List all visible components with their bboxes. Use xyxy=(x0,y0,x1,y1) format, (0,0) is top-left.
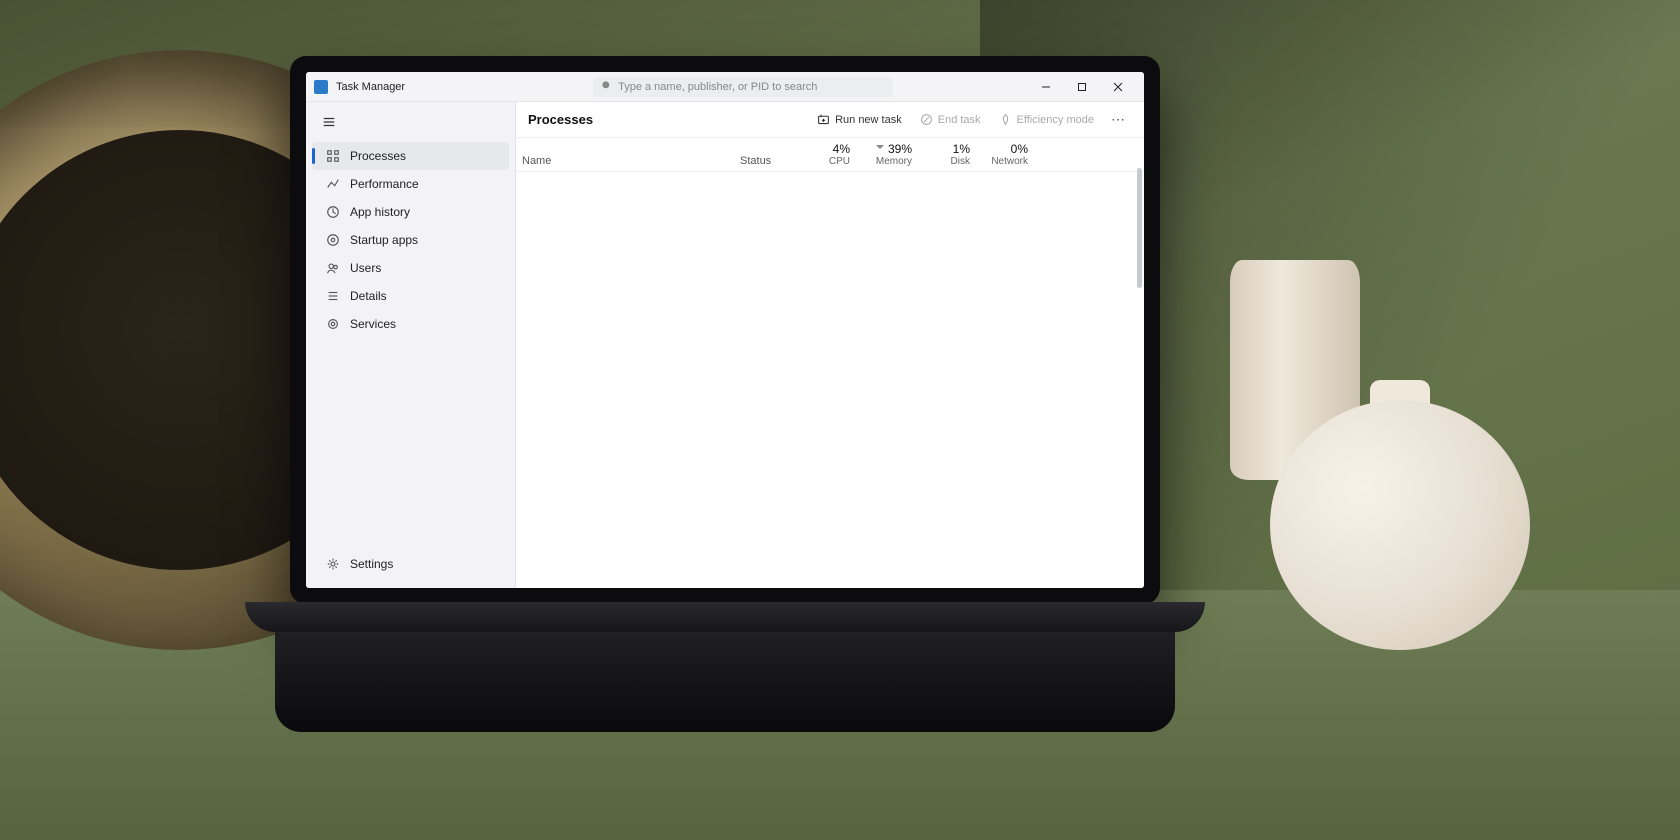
end-task-button[interactable]: End task xyxy=(913,109,988,130)
laptop-hinge xyxy=(245,602,1205,632)
nav-settings[interactable]: Settings xyxy=(312,550,509,578)
nav-label: Services xyxy=(350,317,396,331)
close-button[interactable] xyxy=(1100,72,1136,102)
app-window: Task Manager Type a name, publisher, or … xyxy=(306,72,1144,588)
gear-icon xyxy=(326,557,340,571)
run-new-task-button[interactable]: Run new task xyxy=(810,109,909,130)
app-title: Task Manager xyxy=(336,81,405,93)
history-icon xyxy=(326,205,340,219)
content-pane: Processes Run new task End task xyxy=(516,102,1144,588)
app-icon xyxy=(314,80,328,94)
laptop: Task Manager Type a name, publisher, or … xyxy=(290,56,1160,716)
nav-processes[interactable]: Processes xyxy=(312,142,509,170)
services-icon xyxy=(326,317,340,331)
nav-label: Performance xyxy=(350,177,419,191)
scrollbar[interactable] xyxy=(1137,168,1142,288)
nav-label: Processes xyxy=(350,149,406,163)
startup-icon xyxy=(326,233,340,247)
nav-label: App history xyxy=(350,205,410,219)
content-header: Processes Run new task End task xyxy=(516,102,1144,138)
page-title: Processes xyxy=(528,112,593,127)
sidebar: Processes Performance App history S xyxy=(306,102,516,588)
laptop-keyboard xyxy=(275,632,1175,732)
prop-vase-round xyxy=(1270,400,1530,650)
nav-services[interactable]: Services xyxy=(312,310,509,338)
nav-details[interactable]: Details xyxy=(312,282,509,310)
nav-performance[interactable]: Performance xyxy=(312,170,509,198)
process-table: Name Status 4%CPU 39%Memory 1%Disk 0%Net… xyxy=(516,138,1144,588)
nav-app-history[interactable]: App history xyxy=(312,198,509,226)
nav-users[interactable]: Users xyxy=(312,254,509,282)
scene-background: Task Manager Type a name, publisher, or … xyxy=(0,0,1680,840)
details-icon xyxy=(326,289,340,303)
minimize-button[interactable] xyxy=(1028,72,1064,102)
settings-label: Settings xyxy=(350,557,393,571)
nav-label: Details xyxy=(350,289,387,303)
search-icon xyxy=(601,80,612,94)
table-body xyxy=(516,166,1144,588)
performance-icon xyxy=(326,177,340,191)
nav-label: Startup apps xyxy=(350,233,418,247)
nav-startup-apps[interactable]: Startup apps xyxy=(312,226,509,254)
titlebar: Task Manager Type a name, publisher, or … xyxy=(306,72,1144,102)
more-button[interactable]: ⋯ xyxy=(1105,109,1132,130)
search-box[interactable]: Type a name, publisher, or PID to search xyxy=(593,77,893,97)
users-icon xyxy=(326,261,340,275)
search-placeholder: Type a name, publisher, or PID to search xyxy=(618,81,817,93)
hamburger-button[interactable] xyxy=(312,108,346,136)
maximize-button[interactable] xyxy=(1064,72,1100,102)
nav-label: Users xyxy=(350,261,381,275)
processes-icon xyxy=(326,149,340,163)
efficiency-mode-button[interactable]: Efficiency mode xyxy=(992,109,1101,130)
laptop-bezel: Task Manager Type a name, publisher, or … xyxy=(290,56,1160,604)
